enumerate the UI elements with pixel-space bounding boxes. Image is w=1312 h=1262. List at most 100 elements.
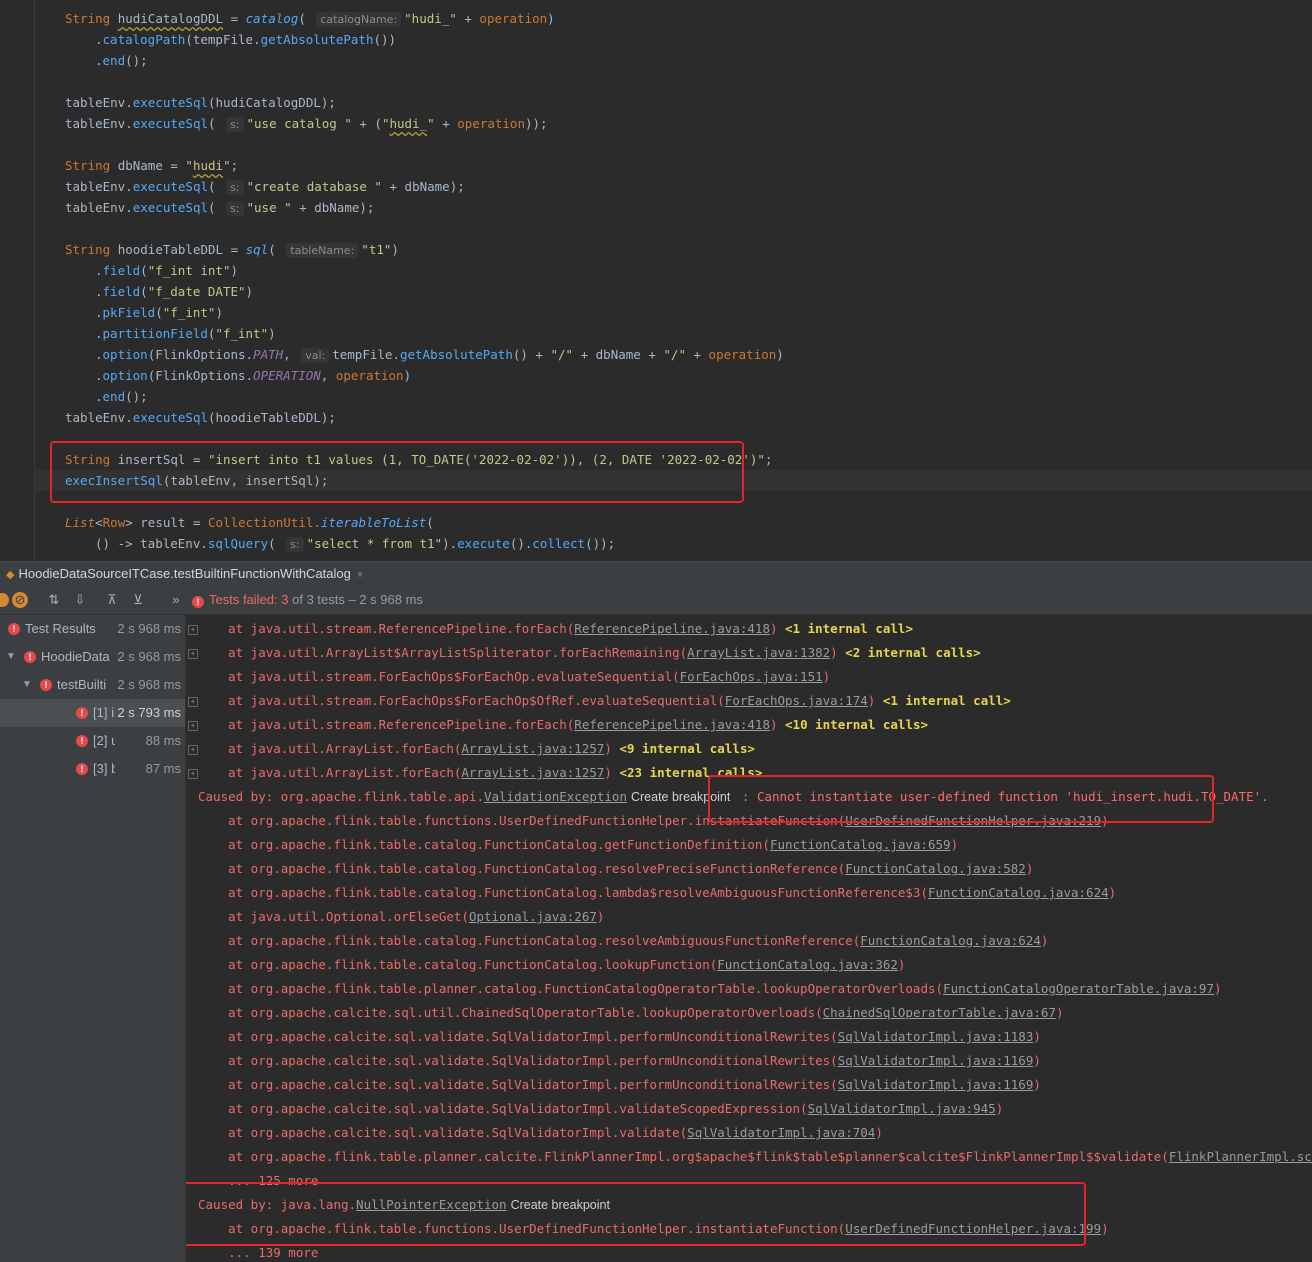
code-line[interactable]: () -> tableEnv.sqlQuery( s: "select * fro… xyxy=(65,533,615,554)
code-token: tableEnv. xyxy=(65,410,133,425)
fold-toggle-icon[interactable]: + xyxy=(188,697,198,707)
source-link[interactable]: SqlValidatorImpl.java:945 xyxy=(808,1101,996,1116)
source-link[interactable]: Optional.java:267 xyxy=(469,909,597,924)
close-icon[interactable]: × xyxy=(357,569,363,581)
source-link[interactable]: ForEachOps.java:174 xyxy=(725,693,868,708)
test-tree-item[interactable]: ! [2] upsert 88 ms xyxy=(0,727,185,755)
failed-test-icon: ! xyxy=(40,679,52,691)
code-line[interactable]: .field("f_int int") xyxy=(65,260,238,281)
stack-text: ) xyxy=(875,1125,883,1140)
source-link[interactable]: SqlValidatorImpl.java:1183 xyxy=(838,1029,1034,1044)
stack-text: ) xyxy=(604,741,620,756)
code-token: ( xyxy=(208,200,224,215)
parameter-hint: s: xyxy=(226,201,244,216)
code-line[interactable]: String dbName = "hudi"; xyxy=(65,155,238,176)
stack-text: ) xyxy=(769,717,786,732)
source-link[interactable]: SqlValidatorImpl.java:1169 xyxy=(838,1053,1034,1068)
source-link[interactable]: FunctionCatalog.java:582 xyxy=(845,861,1026,876)
more-actions-icon[interactable]: » xyxy=(166,590,186,610)
test-duration: 2 s 968 ms xyxy=(117,621,181,636)
internal-calls-folded[interactable]: <2 internal calls> xyxy=(845,645,980,660)
parameter-hint: tableName: xyxy=(286,243,359,258)
test-tree-item[interactable]: ▼! HoodieData 2 s 968 ms xyxy=(0,643,185,671)
stack-text: at org.apache.flink.table.catalog.Functi… xyxy=(198,861,846,876)
stack-text: ) xyxy=(604,765,620,780)
rerun-icon[interactable] xyxy=(0,590,10,610)
source-link[interactable]: FunctionCatalog.java:362 xyxy=(717,957,898,972)
internal-calls-folded[interactable]: <1 internal call> xyxy=(785,621,913,636)
sort-by-duration-icon[interactable]: ⇩ xyxy=(70,590,90,610)
code-line[interactable]: .option(FlinkOptions.PATH, val: tempFile.… xyxy=(65,344,784,365)
source-link[interactable]: ArrayList.java:1257 xyxy=(461,741,604,756)
stack-text: ... 139 more xyxy=(198,1245,319,1260)
test-tree-item[interactable]: ! [1] ins2 s 793 ms xyxy=(0,699,185,727)
source-link[interactable]: ChainedSqlOperatorTable.java:67 xyxy=(823,1005,1056,1020)
code-line[interactable]: .end(); xyxy=(65,50,148,71)
stack-frame-line: at java.util.stream.ReferencePipeline.fo… xyxy=(188,617,913,641)
source-link[interactable]: FunctionCatalogOperatorTable.java:97 xyxy=(943,981,1214,996)
code-token: ) xyxy=(391,242,399,257)
code-line[interactable]: .pkField("f_int") xyxy=(65,302,223,323)
exception-link[interactable]: ValidationException xyxy=(484,789,627,804)
source-link[interactable]: SqlValidatorImpl.java:704 xyxy=(687,1125,875,1140)
code-line[interactable]: List<Row> result = CollectionUtil.iterab… xyxy=(65,512,434,533)
code-line[interactable]: .field("f_date DATE") xyxy=(65,281,253,302)
fold-toggle-icon[interactable]: + xyxy=(188,649,198,659)
code-token: + xyxy=(434,116,458,131)
expand-arrow-icon[interactable]: ▼ xyxy=(6,643,16,671)
code-line[interactable]: .partitionField("f_int") xyxy=(65,323,276,344)
stack-text: ) xyxy=(1033,1077,1041,1092)
test-tree-item[interactable]: ! Test Results 2 s 968 ms xyxy=(0,615,185,643)
stack-text: at java.util.ArrayList.forEach( xyxy=(198,765,462,780)
source-link[interactable]: SqlValidatorImpl.java:1169 xyxy=(838,1077,1034,1092)
test-name: testBuilti xyxy=(57,677,107,692)
stack-text: at org.apache.flink.table.catalog.Functi… xyxy=(198,837,770,852)
internal-calls-folded[interactable]: <9 internal calls> xyxy=(619,741,754,756)
source-link[interactable]: FunctionCatalog.java:624 xyxy=(928,885,1109,900)
source-link[interactable]: FlinkPlannerImpl.scala:159 xyxy=(1169,1149,1312,1164)
tab-test-run[interactable]: ◆ HoodieDataSourceITCase.testBuiltinFunct… xyxy=(0,562,372,588)
stack-text: ) xyxy=(822,669,831,684)
parameter-hint: s: xyxy=(226,117,244,132)
internal-calls-folded[interactable]: <10 internal calls> xyxy=(785,717,928,732)
stack-text: at java.util.stream.ReferencePipeline.fo… xyxy=(198,621,575,636)
fold-toggle-icon[interactable]: + xyxy=(188,769,198,779)
code-line[interactable]: .option(FlinkOptions.OPERATION, operatio… xyxy=(65,365,411,386)
code-line[interactable]: tableEnv.executeSql( s: "use catalog " + … xyxy=(65,113,548,134)
test-tree-item[interactable]: ! [3] bulk_in 87 ms xyxy=(0,755,185,783)
code-line[interactable]: tableEnv.executeSql(hudiCatalogDDL); xyxy=(65,92,336,113)
source-link[interactable]: ArrayList.java:1382 xyxy=(687,645,830,660)
sort-alphabetically-icon[interactable]: ⇅ xyxy=(44,590,64,610)
stack-text: ) xyxy=(1108,885,1117,900)
code-token: PATH xyxy=(253,347,284,362)
expand-arrow-icon[interactable]: ▼ xyxy=(22,671,32,699)
code-line[interactable]: tableEnv.executeSql( s: "use " + dbName); xyxy=(65,197,374,218)
code-line[interactable]: .end(); xyxy=(65,386,148,407)
code-token: sql xyxy=(245,242,269,257)
internal-calls-folded[interactable]: <1 internal call> xyxy=(883,693,1011,708)
collapse-all-icon[interactable]: ⊻ xyxy=(128,590,148,610)
source-link[interactable]: FunctionCatalog.java:624 xyxy=(860,933,1041,948)
fold-toggle-icon[interactable]: + xyxy=(188,721,198,731)
source-link[interactable]: FunctionCatalog.java:659 xyxy=(770,837,951,852)
stack-text: ) xyxy=(830,645,846,660)
test-tree-item[interactable]: ▼! testBuilti 2 s 968 ms xyxy=(0,671,185,699)
stop-icon[interactable]: ⊘ xyxy=(10,590,30,610)
code-line[interactable]: tableEnv.executeSql(hoodieTableDDL); xyxy=(65,407,336,428)
source-link[interactable]: ForEachOps.java:151 xyxy=(680,669,823,684)
code-token: . xyxy=(95,53,103,68)
error-icon: ! xyxy=(192,596,204,608)
code-line[interactable]: String hudiCatalogDDL = catalog( catalog… xyxy=(65,8,555,29)
source-link[interactable]: ReferencePipeline.java:418 xyxy=(574,717,770,732)
code-editor[interactable]: String hudiCatalogDDL = catalog( catalog… xyxy=(0,0,1312,560)
code-line[interactable]: tableEnv.executeSql( s: "create database … xyxy=(65,176,465,197)
stack-frame-line: at org.apache.calcite.sql.util.ChainedSq… xyxy=(198,1001,1063,1025)
code-line[interactable]: String hoodieTableDDL = sql( tableName: "… xyxy=(65,239,399,260)
source-link[interactable]: ArrayList.java:1257 xyxy=(461,765,604,780)
source-link[interactable]: ReferencePipeline.java:418 xyxy=(574,621,770,636)
code-line[interactable]: .catalogPath(tempFile.getAbsolutePath()) xyxy=(65,29,396,50)
expand-all-icon[interactable]: ⊼ xyxy=(102,590,122,610)
fold-toggle-icon[interactable]: + xyxy=(188,745,198,755)
fold-toggle-icon[interactable]: + xyxy=(188,625,198,635)
console-output[interactable]: at java.util.stream.ReferencePipeline.fo… xyxy=(186,615,1312,1262)
